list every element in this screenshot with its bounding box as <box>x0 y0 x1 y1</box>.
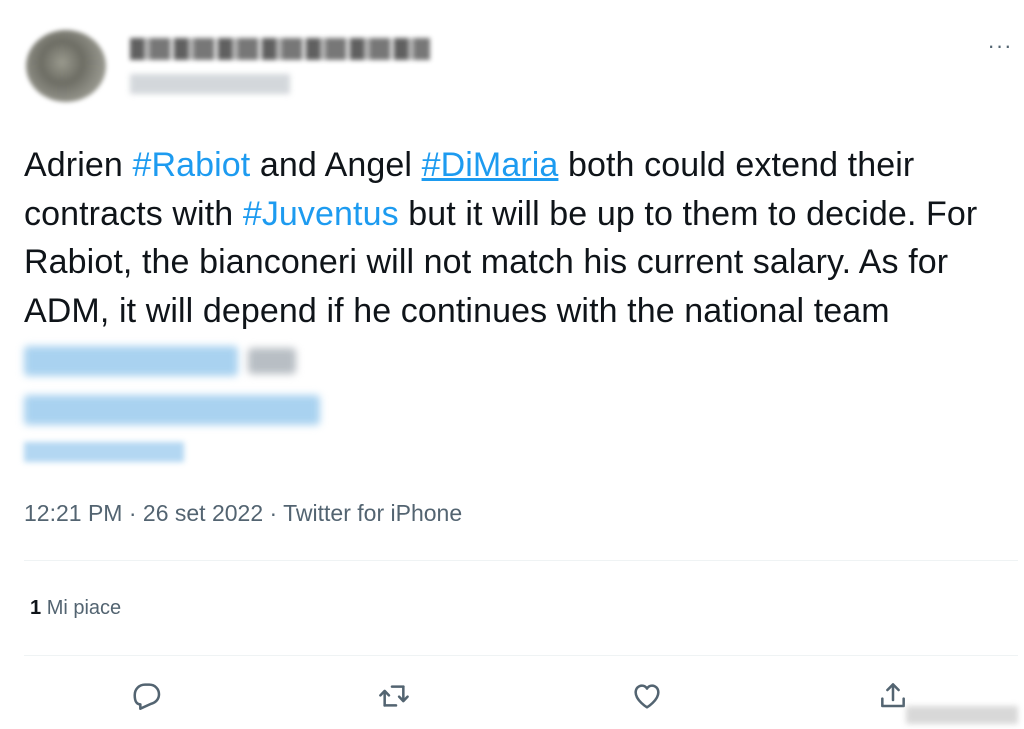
tweet-text-segment: and Angel <box>250 146 422 184</box>
avatar[interactable] <box>26 30 106 102</box>
tweet-time[interactable]: 12:21 PM <box>24 500 122 526</box>
tweet-text: Adrien #Rabiot and Angel #DiMaria both c… <box>24 141 1014 432</box>
more-options-icon[interactable]: ··· <box>982 35 1018 60</box>
meta-separator: · <box>263 500 284 526</box>
redacted-text <box>247 348 296 375</box>
likes-count[interactable]: 1 Mi piace <box>30 597 121 620</box>
redacted-mention-link[interactable] <box>24 394 320 425</box>
retweet-icon <box>379 685 409 707</box>
translate-tweet-link[interactable] <box>24 442 184 462</box>
watermark <box>906 706 1018 724</box>
hashtag-link[interactable]: #Juventus <box>243 195 399 233</box>
author-handle[interactable] <box>130 74 290 94</box>
redacted-mention-link[interactable] <box>24 346 238 377</box>
tweet-card: ··· Adrien #Rabiot and Angel #DiMaria bo… <box>0 0 1024 729</box>
hashtag-link[interactable]: #DiMaria <box>422 146 559 184</box>
tweet-date[interactable]: 26 set 2022 <box>143 500 263 526</box>
divider <box>24 655 1018 656</box>
likes-label: Mi piace <box>46 597 122 619</box>
author-display-name[interactable] <box>130 38 430 60</box>
meta-separator: · <box>122 500 143 526</box>
like-icon <box>634 684 660 709</box>
tweet-source[interactable]: Twitter for iPhone <box>283 500 462 526</box>
tweet-metadata: 12:21 PM · 26 set 2022 · Twitter for iPh… <box>24 500 462 527</box>
tweet-text-segment: Adrien <box>24 146 133 184</box>
divider <box>24 560 1018 561</box>
reply-icon <box>133 683 161 710</box>
retweet-button[interactable] <box>374 676 414 716</box>
reply-button[interactable] <box>127 676 167 716</box>
hashtag-link[interactable]: #Rabiot <box>132 146 250 184</box>
share-icon <box>881 683 905 708</box>
likes-number: 1 <box>30 597 42 619</box>
like-button[interactable] <box>627 676 667 716</box>
